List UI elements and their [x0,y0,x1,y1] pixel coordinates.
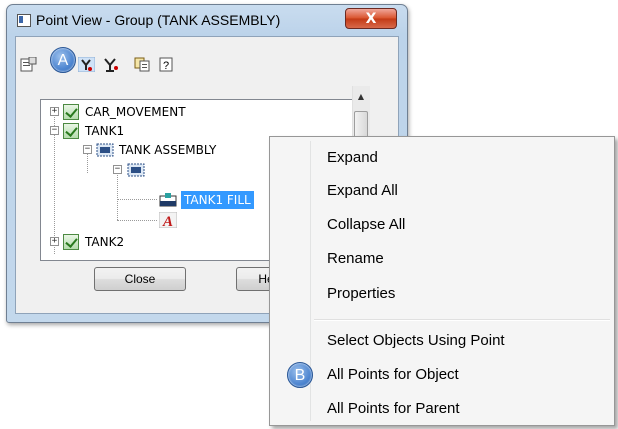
properties-icon[interactable] [20,56,37,72]
expand-icon[interactable]: + [50,107,59,116]
scroll-up-icon[interactable]: ▲ [354,90,368,104]
checkbox-checked[interactable] [63,123,79,139]
menu-item-expand-all[interactable]: Expand All [327,182,398,202]
checkbox-checked[interactable] [63,104,79,120]
window-icon [17,14,31,27]
title-bar[interactable]: Point View - Group (TANK ASSEMBLY) X [7,5,407,35]
context-menu: Expand Expand All Collapse All Rename Pr… [269,136,615,426]
tree-item-label: TANK ASSEMBLY [119,143,217,157]
checkbox-checked[interactable] [63,234,79,250]
menu-item-expand[interactable]: Expand [327,149,378,169]
point-tree-icon[interactable] [77,56,96,73]
collapse-icon[interactable]: − [50,126,59,135]
expand-icon[interactable]: + [50,237,59,246]
callout-b: B [287,362,313,388]
text-a-icon: A [158,211,178,230]
menu-item-collapse-all[interactable]: Collapse All [327,216,405,236]
copy-icon[interactable] [134,57,151,72]
menu-item-all-points-for-object[interactable]: All Points for Object [327,366,459,386]
group-object-icon [127,162,145,178]
group-icon[interactable] [102,57,119,72]
tree-item[interactable]: + CAR_MOVEMENT [41,103,341,121]
callout-a: A [50,47,76,73]
menu-item-rename[interactable]: Rename [327,250,384,270]
menu-item-select-objects-using-point[interactable]: Select Objects Using Point [327,332,505,352]
menu-item-all-points-for-parent[interactable]: All Points for Parent [327,400,460,420]
help-icon[interactable]: ? [158,57,175,72]
tree-item-label: TANK1 [85,124,125,138]
tree-item-label: TANK2 [85,235,125,249]
window-close-button[interactable]: X [345,8,397,29]
tree-item-label: CAR_MOVEMENT [85,105,186,119]
menu-separator [314,319,610,321]
svg-text:A: A [162,214,173,228]
collapse-icon[interactable]: − [113,165,122,174]
tree-item-label: TANK1 FILL [181,191,254,209]
group-object-icon [96,142,114,158]
fill-object-icon [159,192,177,208]
close-button[interactable]: Close [94,267,186,291]
menu-item-properties[interactable]: Properties [327,285,395,305]
collapse-icon[interactable]: − [83,145,92,154]
svg-text:?: ? [163,60,169,72]
window-title: Point View - Group (TANK ASSEMBLY) [36,12,281,28]
